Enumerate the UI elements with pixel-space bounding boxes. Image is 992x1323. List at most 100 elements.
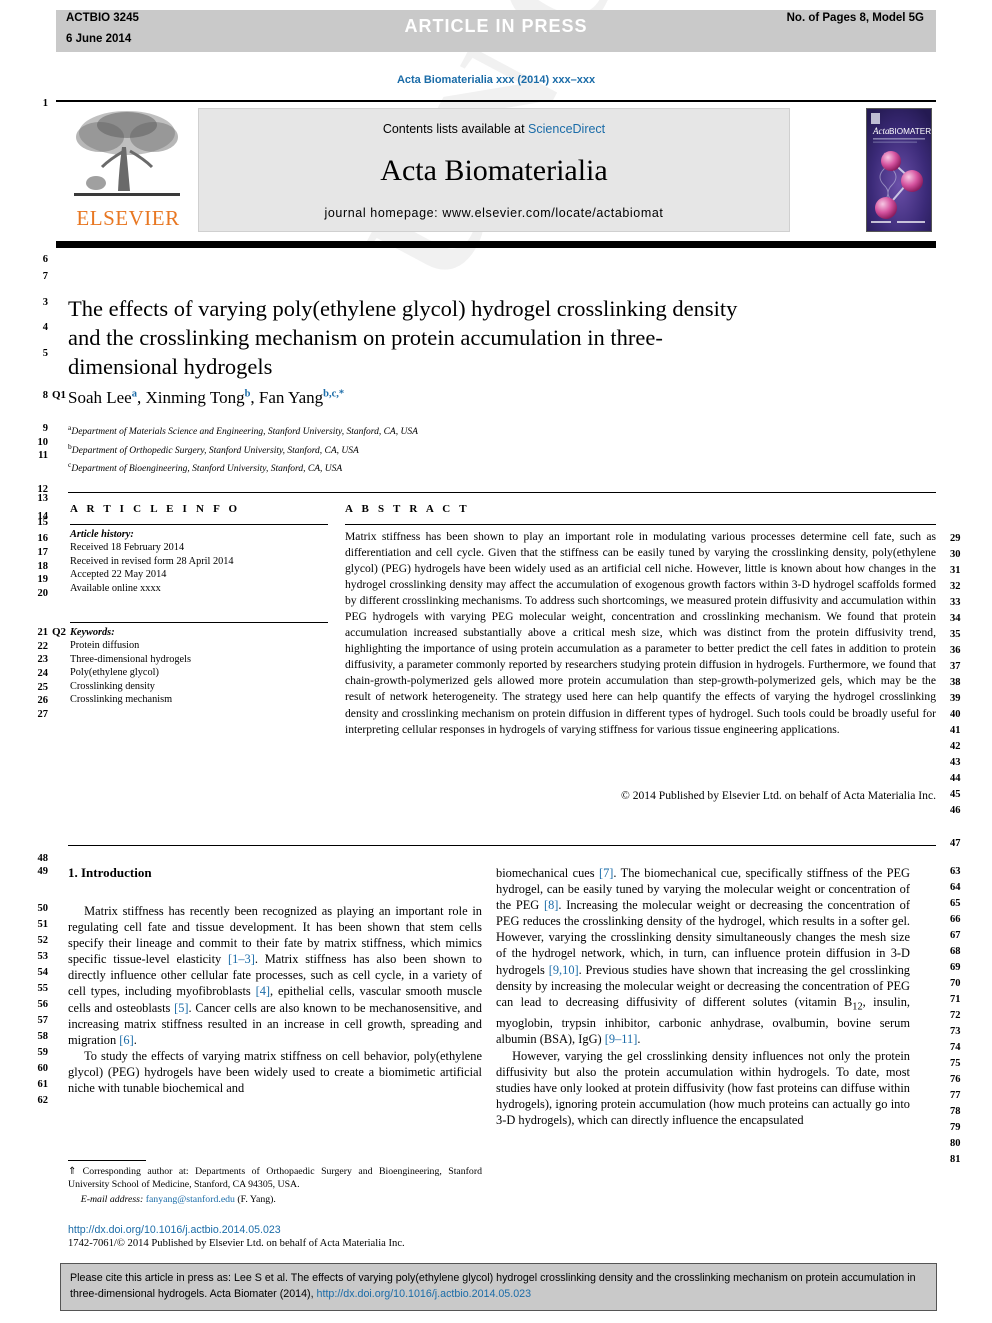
svg-text:Acta: Acta — [872, 126, 890, 136]
history-item: Accepted 22 May 2014 — [70, 569, 167, 581]
author-affil-mark-3[interactable]: b,c,* — [323, 388, 344, 399]
line-number-left: 22 — [37, 641, 49, 652]
line-number-right: 72 — [950, 1010, 961, 1021]
pages-model-label: No. of Pages 8, Model 5G — [786, 12, 924, 24]
abstract-text: Matrix stiffness has been shown to play … — [345, 530, 936, 736]
citation-ref[interactable]: [6] — [119, 1033, 133, 1047]
line-number-left: 6 — [42, 254, 48, 265]
line-number-left: 55 — [37, 983, 49, 994]
line-number-left: 61 — [37, 1079, 49, 1090]
journal-homepage-line[interactable]: journal homepage: www.elsevier.com/locat… — [199, 206, 789, 220]
email-address-suffix: (F. Yang). — [237, 1193, 276, 1205]
doi-link[interactable]: http://dx.doi.org/10.1016/j.actbio.2014.… — [68, 1224, 498, 1236]
citation-ref[interactable]: [4] — [256, 984, 270, 998]
article-info-rule — [70, 524, 328, 525]
section-heading-introduction: 1. Introduction — [68, 865, 152, 880]
contents-lists-line: Contents lists available at ScienceDirec… — [199, 122, 789, 136]
journal-masthead: ELSEVIER Contents lists available at Sci… — [56, 100, 936, 240]
line-number-right: 66 — [950, 914, 961, 925]
paragraph: To study the effects of varying matrix s… — [68, 1048, 482, 1096]
email-address-link[interactable]: fanyang@stanford.edu — [146, 1194, 235, 1205]
line-number-left: 18 — [37, 561, 49, 572]
press-status-band: ACTBIO 3245 6 June 2014 ARTICLE IN PRESS… — [56, 10, 936, 52]
query-tag[interactable]: Q2 — [52, 626, 66, 638]
line-number-left: 17 — [37, 547, 49, 558]
masthead-center-panel: Contents lists available at ScienceDirec… — [198, 108, 790, 232]
citation-ref[interactable]: [9–11] — [605, 1032, 638, 1046]
author-list: Soah Leea, Xinming Tongb, Fan Yangb,c,* — [68, 388, 345, 407]
line-number-right: 42 — [950, 741, 961, 752]
query-tag[interactable]: Q1 — [52, 389, 66, 401]
keyword-item: Protein diffusion — [70, 640, 140, 652]
citation-ref[interactable]: [7] — [599, 866, 613, 880]
please-cite-box: Please cite this article in press as: Le… — [60, 1263, 937, 1311]
email-address-label: E-mail address: — [80, 1193, 144, 1205]
abstract-rule — [345, 524, 936, 525]
running-head: Acta Biomaterialia xxx (2014) xxx–xxx — [396, 74, 596, 86]
line-number-left: 50 — [37, 903, 49, 914]
line-number-right: 45 — [950, 789, 961, 800]
author-name-3: Fan Yang — [258, 388, 324, 407]
article-history-block: Article history: Received 18 February 20… — [70, 528, 332, 595]
line-number-right: 36 — [950, 645, 961, 656]
line-number-right: 73 — [950, 1026, 961, 1037]
line-number-right: 44 — [950, 773, 961, 784]
history-item: Available online xxxx — [70, 582, 161, 594]
line-number-left: 57 — [37, 1015, 49, 1026]
line-number-left: 11 — [38, 450, 48, 461]
line-number-left: 7 — [42, 271, 48, 282]
affiliation-item: aDepartment of Materials Science and Eng… — [68, 421, 748, 440]
line-number-right: 81 — [950, 1154, 961, 1165]
affiliation-text: Department of Orthopedic Surgery, Stanfo… — [71, 445, 359, 456]
line-number-left: 10 — [37, 437, 49, 448]
keywords-block: Keywords: Protein diffusion Three-dimens… — [70, 626, 332, 706]
line-number-right: 30 — [950, 549, 961, 560]
corresponding-author-mark: ⇑ — [68, 1166, 77, 1177]
keyword-item: Crosslinking density — [70, 680, 155, 692]
paragraph: biomechanical cues [7]. The biomechanica… — [496, 866, 911, 1047]
journal-title: Acta Biomaterialia — [380, 154, 608, 187]
citation-ref[interactable]: [8] — [544, 898, 558, 912]
line-number-right: 43 — [950, 757, 961, 768]
keyword-item: Three-dimensional hydrogels — [70, 653, 191, 665]
author-affil-mark-1[interactable]: a — [132, 388, 137, 399]
citation-ref[interactable]: [9,10] — [549, 963, 579, 977]
corresponding-author-text: Corresponding author at: Departments of … — [68, 1166, 482, 1190]
history-item: Received in revised form 28 April 2014 — [70, 555, 234, 567]
author-affil-mark-2[interactable]: b — [245, 388, 251, 399]
line-number-right: 68 — [950, 946, 961, 957]
line-number-right: 38 — [950, 677, 961, 688]
line-number-right: 79 — [950, 1122, 961, 1133]
line-number-right: 78 — [950, 1106, 961, 1117]
line-number-right: 71 — [950, 994, 961, 1005]
line-number-right: 75 — [950, 1058, 961, 1069]
abstract-bottom-rule — [68, 845, 936, 846]
citation-ref[interactable]: [1–3] — [228, 952, 255, 966]
abstract-copyright: © 2014 Published by Elsevier Ltd. on beh… — [621, 789, 936, 802]
line-number-right: 31 — [950, 565, 961, 576]
line-number-right: 69 — [950, 962, 961, 973]
line-number-left: 3 — [42, 297, 48, 308]
line-number-right: 80 — [950, 1138, 961, 1149]
footnote-rule — [68, 1160, 146, 1161]
masthead-bottom-rule — [56, 241, 936, 248]
affiliation-text: Department of Materials Science and Engi… — [71, 427, 418, 438]
line-number-right: 37 — [950, 661, 961, 672]
line-number-right: 33 — [950, 597, 961, 608]
line-number-left: 53 — [37, 951, 49, 962]
info-top-rule — [68, 492, 936, 493]
line-number-left: 59 — [37, 1047, 49, 1058]
line-number-left: 19 — [37, 574, 49, 585]
sciencedirect-link[interactable]: ScienceDirect — [528, 122, 605, 136]
article-info-heading: A R T I C L E I N F O — [70, 503, 241, 515]
line-number-left: 52 — [37, 935, 49, 946]
line-number-left: 25 — [37, 682, 49, 693]
line-number-left: 23 — [37, 654, 49, 665]
citation-ref[interactable]: [5] — [174, 1001, 188, 1015]
svg-text:BIOMATERIALIA: BIOMATERIALIA — [889, 127, 931, 136]
line-number-right: 74 — [950, 1042, 961, 1053]
history-item: Received 18 February 2014 — [70, 542, 185, 554]
affiliation-item: cDepartment of Bioengineering, Stanford … — [68, 458, 748, 477]
cite-doi-link[interactable]: http://dx.doi.org/10.1016/j.actbio.2014.… — [317, 1288, 532, 1300]
line-number-left: 51 — [37, 919, 49, 930]
